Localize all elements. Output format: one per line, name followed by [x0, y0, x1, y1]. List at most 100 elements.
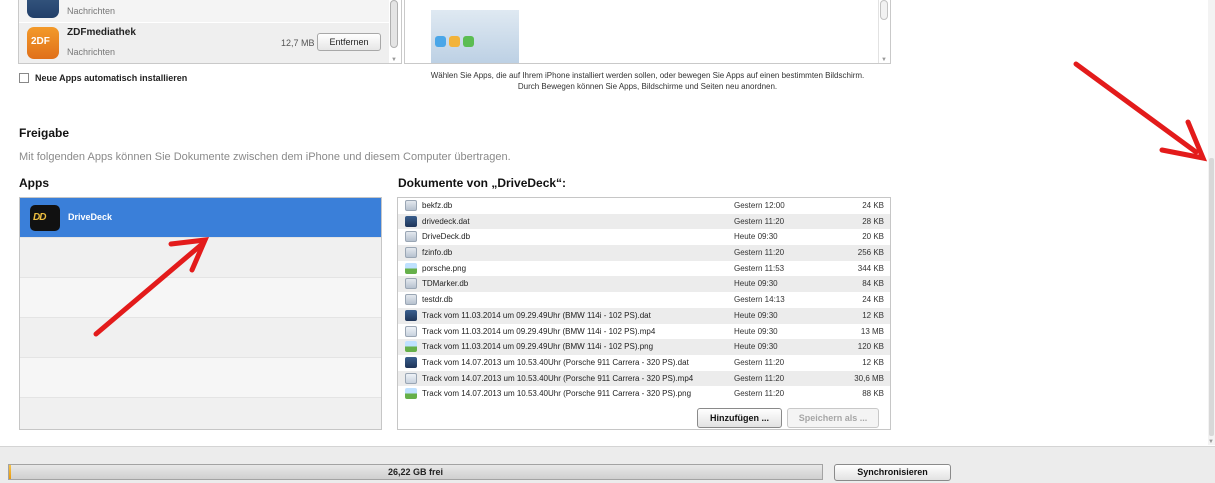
sync-button[interactable]: Synchronisieren — [834, 464, 951, 481]
app-row-news[interactable]: Nachrichten — [19, 0, 389, 22]
app-icon — [449, 36, 460, 47]
document-name: Track vom 11.03.2014 um 09.29.49Uhr (BMW… — [422, 310, 651, 320]
sharing-app-drivedeck[interactable]: DD DriveDeck — [20, 198, 381, 238]
document-row[interactable]: Track vom 11.03.2014 um 09.29.49Uhr (BMW… — [398, 307, 890, 324]
png-file-icon — [405, 388, 417, 400]
empty-row — [20, 398, 381, 429]
document-date: Gestern 11:20 — [734, 373, 785, 383]
document-name: porsche.png — [422, 263, 467, 273]
empty-row — [20, 358, 381, 398]
png-file-icon — [405, 341, 417, 353]
app-category: Nachrichten — [67, 47, 116, 57]
png-file-icon — [405, 262, 417, 274]
document-date: Gestern 14:13 — [734, 295, 785, 305]
db-file-icon — [405, 200, 417, 211]
news-app-icon — [27, 0, 59, 18]
save-as-button[interactable]: Speichern als ... — [787, 408, 879, 428]
app-icon — [435, 36, 446, 47]
db-file-icon — [405, 231, 417, 243]
document-row[interactable]: Track vom 14.07.2013 um 10.53.40Uhr (Por… — [398, 355, 890, 371]
document-date: Gestern 11:20 — [734, 216, 785, 226]
documents-heading: Dokumente von „DriveDeck“: — [398, 176, 567, 190]
free-space-label: 26,22 GB frei — [387, 467, 444, 477]
document-name: drivedeck.dat — [422, 216, 470, 226]
document-name: Track vom 11.03.2014 um 09.29.49Uhr (BMW… — [422, 342, 654, 352]
scroll-thumb[interactable] — [390, 0, 398, 48]
capacity-bar: 26,22 GB frei — [8, 464, 823, 480]
annotation-arrow-scrollbar — [1073, 61, 1199, 155]
document-date: Heute 09:30 — [734, 326, 778, 336]
document-size: 28 KB — [862, 216, 884, 226]
app-list-scrollbar[interactable]: ▼ — [389, 0, 399, 63]
document-row[interactable]: fzinfo.db Gestern 11:20 256 KB — [398, 245, 890, 261]
document-date: Gestern 11:20 — [734, 357, 785, 367]
caption-line-2: Durch Bewegen können Sie Apps, Bildschir… — [517, 82, 778, 91]
empty-row — [20, 278, 381, 318]
installed-apps-list: Nachrichten 2DF ZDFmediathek Nachrichten… — [18, 0, 402, 64]
dat-file-icon — [405, 215, 417, 227]
document-size: 20 KB — [862, 232, 884, 242]
empty-row — [20, 238, 381, 278]
document-size: 12 KB — [862, 357, 884, 367]
document-name: TDMarker.db — [422, 279, 469, 289]
app-name: ZDFmediathek — [67, 27, 136, 38]
page-scrollbar[interactable]: ▼ — [1208, 0, 1215, 445]
mini-app-icons — [435, 36, 474, 47]
auto-install-option[interactable]: Neue Apps automatisch installieren — [19, 72, 187, 84]
document-row[interactable]: DriveDeck.db Heute 09:30 20 KB — [398, 229, 890, 245]
document-size: 256 KB — [857, 248, 884, 258]
sharing-title: Freigabe — [19, 126, 70, 140]
caption-line-1: Wählen Sie Apps, die auf Ihrem iPhone in… — [430, 71, 865, 80]
sharing-apps-list: DD DriveDeck — [19, 197, 382, 430]
scroll-down-arrow-icon[interactable]: ▼ — [1208, 439, 1214, 445]
sharing-description: Mit folgenden Apps können Sie Dokumente … — [19, 151, 511, 163]
scroll-down-arrow-icon[interactable]: ▼ — [881, 57, 887, 63]
auto-install-checkbox[interactable] — [19, 73, 29, 83]
page-scroll-thumb[interactable] — [1209, 158, 1214, 436]
drivedeck-app-icon: DD — [30, 205, 60, 231]
annotation-arrowhead — [1159, 119, 1208, 162]
document-name: Track vom 14.07.2013 um 10.53.40Uhr (Por… — [422, 389, 692, 399]
db-file-icon — [405, 247, 417, 259]
home-screen-preview[interactable]: ▼ — [404, 0, 891, 64]
db-file-icon — [405, 294, 417, 306]
document-row[interactable]: Track vom 11.03.2014 um 09.29.49Uhr (BMW… — [398, 324, 890, 340]
document-row[interactable]: testdr.db Gestern 14:13 24 KB — [398, 292, 890, 308]
empty-row — [20, 318, 381, 358]
document-name: fzinfo.db — [422, 248, 453, 258]
document-row[interactable]: drivedeck.dat Gestern 11:20 28 KB — [398, 213, 890, 230]
auto-install-label: Neue Apps automatisch installieren — [35, 73, 188, 83]
document-date: Heute 09:30 — [734, 342, 778, 352]
document-name: Track vom 14.07.2013 um 10.53.40Uhr (Por… — [422, 373, 694, 383]
document-row[interactable]: Track vom 14.07.2013 um 10.53.40Uhr (Por… — [398, 386, 890, 402]
document-size: 13 MB — [860, 326, 884, 336]
document-size: 344 KB — [857, 263, 884, 273]
scroll-thumb[interactable] — [880, 0, 888, 20]
app-icon — [463, 36, 474, 47]
document-row[interactable]: bekfz.db Gestern 12:00 24 KB — [398, 198, 890, 214]
document-row[interactable]: porsche.png Gestern 11:53 344 KB — [398, 261, 890, 277]
dat-file-icon — [405, 309, 417, 321]
document-date: Heute 09:30 — [734, 310, 778, 320]
preview-scrollbar[interactable]: ▼ — [878, 0, 888, 63]
scroll-down-arrow-icon[interactable]: ▼ — [391, 57, 397, 63]
document-size: 12 KB — [862, 310, 884, 320]
document-name: Track vom 11.03.2014 um 09.29.49Uhr (BMW… — [422, 326, 656, 336]
document-size: 30,6 MB — [854, 373, 884, 383]
document-date: Gestern 11:20 — [734, 389, 785, 399]
add-file-button[interactable]: Hinzufügen ... — [697, 408, 782, 428]
mp4-file-icon — [405, 325, 417, 337]
document-name: DriveDeck.db — [422, 232, 471, 242]
document-row[interactable]: TDMarker.db Heute 09:30 84 KB — [398, 276, 890, 293]
zdf-app-icon: 2DF — [27, 27, 59, 59]
app-size: 12,7 MB — [281, 38, 315, 48]
document-size: 84 KB — [862, 279, 884, 289]
sharing-app-name: DriveDeck — [68, 212, 113, 222]
status-bar: 26,22 GB frei Synchronisieren — [0, 446, 1215, 483]
remove-button[interactable]: Entfernen — [317, 33, 381, 51]
document-row[interactable]: Track vom 14.07.2013 um 10.53.40Uhr (Por… — [398, 370, 890, 387]
app-row-zdfmediathek[interactable]: 2DF ZDFmediathek Nachrichten 12,7 MB Ent… — [19, 23, 389, 63]
document-size: 24 KB — [862, 295, 884, 305]
document-row[interactable]: Track vom 11.03.2014 um 09.29.49Uhr (BMW… — [398, 339, 890, 355]
app-category: Nachrichten — [67, 6, 116, 16]
